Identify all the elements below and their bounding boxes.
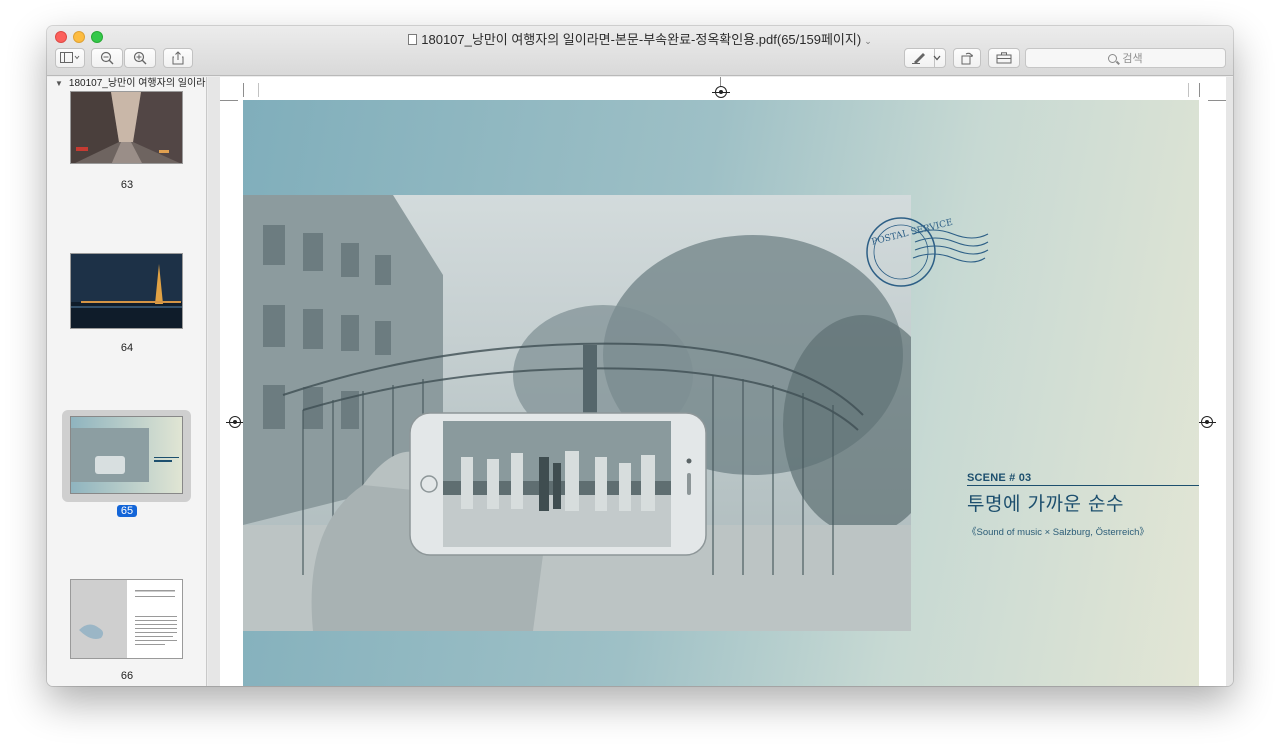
registration-mark-icon <box>712 86 730 98</box>
thumbnail-page-65[interactable] <box>70 416 183 494</box>
crop-mark <box>243 83 244 97</box>
thumbnail-sidebar[interactable]: ▼ 180107_낭만이 여행자의 일이라... 63 64 65 66 <box>47 77 207 686</box>
markup-button[interactable] <box>904 48 946 68</box>
toolbox-button[interactable] <box>988 48 1020 68</box>
preview-window: 180107_낭만이 여행자의 일이라면-본문-부속완료-정옥확인용.pdf(6… <box>47 26 1233 686</box>
share-icon <box>172 51 184 65</box>
eiffel-tower-thumbnail-image <box>71 254 182 328</box>
chevron-down-icon <box>933 55 941 61</box>
salzburg-gate-photo-image <box>243 195 911 631</box>
thumbnail-page-63[interactable] <box>70 91 183 164</box>
paris-street-thumbnail-image <box>71 92 182 163</box>
registration-mark-icon <box>226 416 244 428</box>
scene-subtitle: 《Sound of music × Salzburg, Österreich》 <box>967 527 1149 538</box>
rotate-button[interactable] <box>953 48 981 68</box>
crop-mark <box>220 100 238 101</box>
scene-title: 투명에 가까운 순수 <box>967 493 1124 515</box>
thumbnail-page-64[interactable] <box>70 253 183 329</box>
thumbnail-label-65[interactable]: 65 <box>47 505 206 517</box>
zoom-out-button[interactable] <box>91 48 123 68</box>
sidebar-document-header[interactable]: ▼ 180107_낭만이 여행자의 일이라... <box>47 77 206 92</box>
document-canvas[interactable]: POSTAL SERVICE SCENE # 03 투명에 가까운 순수 《So… <box>208 77 1233 686</box>
disclosure-triangle-icon[interactable]: ▼ <box>55 79 63 88</box>
window-title[interactable]: 180107_낭만이 여행자의 일이라면-본문-부속완료-정옥확인용.pdf(6… <box>47 29 1233 48</box>
title-bar: 180107_낭만이 여행자의 일이라면-본문-부속완료-정옥확인용.pdf(6… <box>47 26 1233 76</box>
search-field[interactable]: 검색 <box>1025 48 1226 68</box>
registration-mark-icon <box>1198 416 1216 428</box>
pen-icon <box>912 53 925 64</box>
sidebar-toggle-button[interactable] <box>55 48 85 68</box>
page-spread: POSTAL SERVICE SCENE # 03 투명에 가까운 순수 《So… <box>243 100 1199 686</box>
sidebar-document-name: 180107_낭만이 여행자의 일이라... <box>68 78 206 89</box>
crop-mark <box>1188 83 1189 97</box>
pdf-page: POSTAL SERVICE SCENE # 03 투명에 가까운 순수 《So… <box>220 77 1226 686</box>
thumbnail-page-66[interactable] <box>70 579 183 659</box>
search-icon <box>1108 53 1118 63</box>
salzburg-photo <box>243 195 911 631</box>
rotate-icon <box>961 52 973 65</box>
zoom-in-button[interactable] <box>124 48 156 68</box>
current-page-thumbnail-image <box>71 417 182 493</box>
thumbnail-label-63[interactable]: 63 <box>47 179 206 191</box>
crop-mark <box>1199 83 1200 97</box>
postal-stamp-icon: POSTAL SERVICE <box>866 217 989 287</box>
title-chevron-icon[interactable]: ⌄ <box>864 36 872 46</box>
toolbox-icon <box>996 52 1012 64</box>
search-placeholder: 검색 <box>1122 53 1143 65</box>
thumbnail-label-66[interactable]: 66 <box>47 670 206 682</box>
window-title-text: 180107_낭만이 여행자의 일이라면-본문-부속완료-정옥확인용.pdf(6… <box>421 32 862 47</box>
scene-caption: SCENE # 03 투명에 가까운 순수 《Sound of music × … <box>967 472 1199 538</box>
crop-mark <box>258 83 259 97</box>
crop-mark <box>1208 100 1226 101</box>
thumbnail-label-64[interactable]: 64 <box>47 342 206 354</box>
scene-tag: SCENE # 03 <box>967 472 1199 486</box>
share-button[interactable] <box>163 48 193 68</box>
text-page-thumbnail-image <box>71 580 182 658</box>
zoom-in-icon <box>133 51 147 65</box>
zoom-out-icon <box>100 51 114 65</box>
sidebar-icon <box>60 52 80 63</box>
pdf-document-icon <box>408 34 418 45</box>
